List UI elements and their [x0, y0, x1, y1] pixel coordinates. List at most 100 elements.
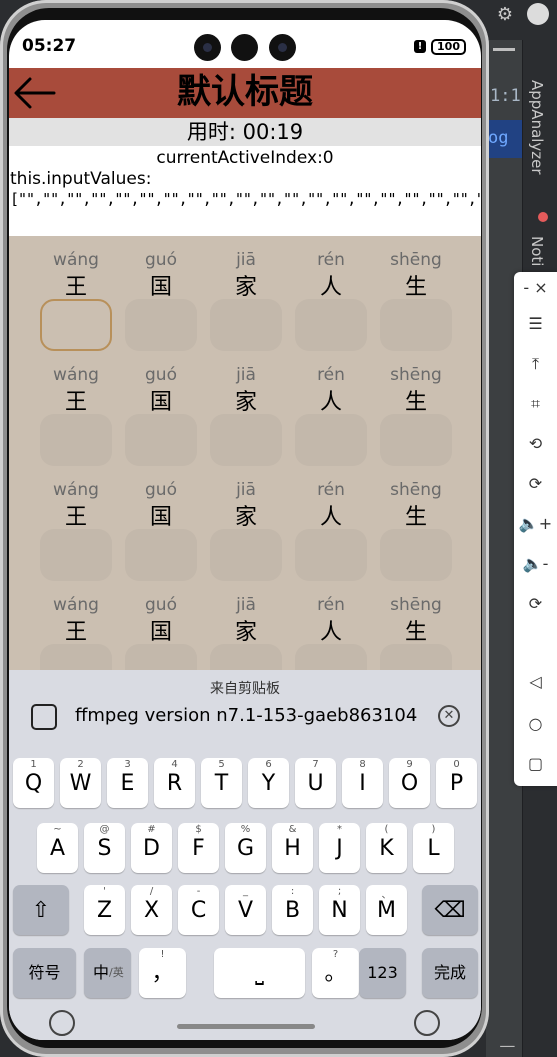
answer-input[interactable]: [380, 529, 452, 581]
nav-recents-icon[interactable]: ▢: [514, 754, 557, 773]
nav-back-icon[interactable]: ◁: [514, 672, 557, 691]
comma-key[interactable]: !，: [139, 948, 186, 998]
nav-home-icon[interactable]: ○: [514, 714, 557, 733]
answer-input[interactable]: [295, 299, 367, 351]
symbols-key[interactable]: 符号: [13, 948, 76, 998]
answer-input[interactable]: [380, 299, 452, 351]
pin-top-icon[interactable]: ⤒: [514, 354, 557, 374]
answer-input[interactable]: [295, 644, 367, 670]
volume-down-icon[interactable]: 🔈-: [514, 554, 557, 573]
fold-icon[interactable]: ⟳: [514, 594, 557, 613]
key-secondary-label: -: [196, 886, 201, 897]
key-n[interactable]: ; N: [319, 885, 360, 935]
answer-input[interactable]: [210, 529, 282, 581]
rotate-left-icon[interactable]: ⟲: [514, 434, 557, 453]
key-p[interactable]: 0P: [436, 758, 477, 808]
key-secondary-label: 0: [453, 759, 460, 770]
debug-panel: currentActiveIndex:0 this.inputValues: […: [9, 146, 481, 236]
phone-screen: 05:27 ! 100 默认标题 用时: 00:19 currentActive…: [9, 20, 481, 1040]
answer-input[interactable]: [125, 644, 197, 670]
menu-icon[interactable]: ☰: [514, 314, 557, 333]
answer-input[interactable]: [40, 529, 112, 581]
key-t[interactable]: 5T: [201, 758, 242, 808]
toolbar-minimize-close-icon[interactable]: - ×: [514, 278, 557, 297]
hanzi-label: 王: [64, 275, 87, 300]
key-x[interactable]: / X: [131, 885, 172, 935]
emulator-toolbar: - × ☰ ⤒ ⌗ ⟲ ⟳ 🔈+ 🔈- ⟳ ◁ ○ ▢: [514, 272, 557, 786]
key-label: 符号: [28, 963, 61, 982]
answer-input[interactable]: [210, 299, 282, 351]
minimize-icon[interactable]: —: [499, 1036, 515, 1055]
key-i[interactable]: 8I: [342, 758, 383, 808]
key-y[interactable]: 6Y: [248, 758, 289, 808]
back-arrow-icon[interactable]: [12, 75, 56, 111]
pinyin-label: jiā: [236, 480, 256, 500]
crop-screenshot-icon[interactable]: ⌗: [514, 394, 557, 414]
zoom-one-to-one[interactable]: 1:1: [490, 86, 521, 106]
key-c[interactable]: -C: [178, 885, 219, 935]
clipboard-suggestion[interactable]: ffmpeg version n7.1-153-gaeb863104 ✕: [9, 700, 481, 736]
key-secondary-label: ;: [337, 886, 342, 897]
user-avatar-icon[interactable]: [527, 3, 549, 25]
key-o[interactable]: 9O: [389, 758, 430, 808]
pinyin-label: rén: [317, 365, 345, 385]
key-s[interactable]: @ S: [84, 823, 125, 873]
key-a[interactable]: ~ A: [37, 823, 78, 873]
key-v[interactable]: _ V: [225, 885, 266, 935]
numbers-key[interactable]: 123: [359, 948, 406, 998]
answer-input[interactable]: [210, 414, 282, 466]
home-indicator[interactable]: [177, 1024, 315, 1029]
period-key[interactable]: ?。: [312, 948, 359, 998]
key-secondary-label: 7: [312, 759, 319, 770]
rotate-right-icon[interactable]: ⟳: [514, 474, 557, 493]
answer-input[interactable]: [210, 644, 282, 670]
clipboard-text[interactable]: ffmpeg version n7.1-153-gaeb863104: [75, 705, 417, 726]
key-b[interactable]: :B: [272, 885, 313, 935]
key-h[interactable]: & H: [272, 823, 313, 873]
answer-input[interactable]: [295, 414, 367, 466]
volume-up-icon[interactable]: 🔈+: [514, 514, 557, 533]
key-z[interactable]: ' Z: [84, 885, 125, 935]
answer-input[interactable]: [125, 414, 197, 466]
minimize-icon[interactable]: [493, 48, 515, 51]
ide-tab-fragment[interactable]: og: [486, 120, 522, 158]
pinyin-label: guó: [145, 365, 177, 385]
key-q[interactable]: 1Q: [13, 758, 54, 808]
key-g[interactable]: % G: [225, 823, 266, 873]
key-j[interactable]: * J: [319, 823, 360, 873]
key-d[interactable]: # D: [131, 823, 172, 873]
backspace-key[interactable]: ⌫: [422, 885, 478, 935]
answer-input[interactable]: [125, 299, 197, 351]
settings-gear-icon[interactable]: ⚙: [497, 4, 513, 25]
answer-input[interactable]: [40, 299, 112, 351]
key-secondary-label: &: [288, 824, 297, 835]
app-analyzer-tab[interactable]: AppAnalyzer: [528, 80, 546, 175]
answer-input[interactable]: [380, 414, 452, 466]
answer-input[interactable]: [295, 529, 367, 581]
notifications-tab[interactable]: Noti: [528, 236, 546, 266]
key-secondary-label: !: [160, 949, 165, 960]
globe-icon[interactable]: [49, 1010, 75, 1036]
done-key[interactable]: 完成: [422, 948, 478, 998]
key-m[interactable]: 、 M: [366, 885, 407, 935]
voice-input-icon[interactable]: [414, 1010, 440, 1036]
key-r[interactable]: 4R: [154, 758, 195, 808]
key-k[interactable]: (K: [366, 823, 407, 873]
key-e[interactable]: 3E: [107, 758, 148, 808]
key-w[interactable]: 2W: [60, 758, 101, 808]
shift-key[interactable]: ⇧: [13, 885, 69, 935]
space-key[interactable]: ⎵: [214, 948, 305, 998]
key-l[interactable]: ) L: [413, 823, 454, 873]
answer-input[interactable]: [40, 414, 112, 466]
answer-input[interactable]: [40, 644, 112, 670]
chinese-english-toggle-key[interactable]: 中/英: [84, 948, 131, 998]
key-u[interactable]: 7U: [295, 758, 336, 808]
key-secondary-label: _: [243, 886, 248, 897]
key-secondary-label: *: [337, 824, 342, 835]
hanzi-label: 家: [234, 275, 257, 300]
answer-input[interactable]: [125, 529, 197, 581]
key-f[interactable]: $ F: [178, 823, 219, 873]
camera-icon: [194, 34, 221, 61]
close-icon[interactable]: ✕: [438, 705, 460, 727]
answer-input[interactable]: [380, 644, 452, 670]
